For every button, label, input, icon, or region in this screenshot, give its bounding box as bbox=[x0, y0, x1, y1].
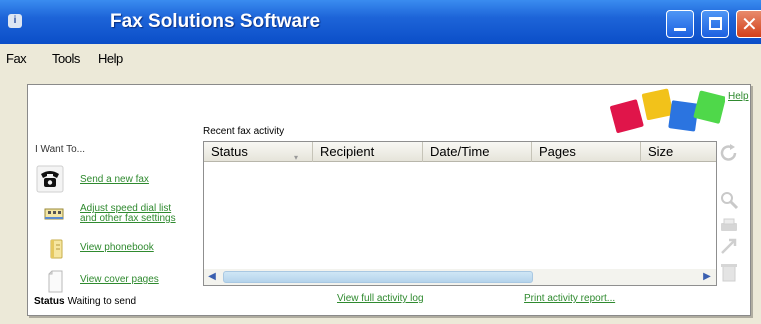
column-header-recipient[interactable]: Recipient bbox=[313, 142, 423, 162]
status-value: Waiting to send bbox=[67, 296, 137, 307]
sort-arrow-icon: ▾ bbox=[294, 153, 299, 162]
recent-activity-heading: Recent fax activity bbox=[203, 126, 285, 137]
task-label[interactable]: Send a new fax bbox=[80, 175, 149, 185]
phonebook-icon bbox=[50, 239, 63, 259]
fax-logo bbox=[610, 88, 725, 133]
title-bar[interactable]: i Fax Solutions Software ✕ bbox=[0, 0, 761, 44]
cover-page-icon bbox=[48, 270, 63, 293]
maximize-button[interactable] bbox=[701, 10, 729, 38]
task-label[interactable]: View cover pages bbox=[80, 275, 159, 285]
scroll-left-icon[interactable]: ◀ bbox=[204, 269, 220, 285]
app-icon: i bbox=[8, 14, 22, 28]
window-title: Fax Solutions Software bbox=[110, 11, 321, 32]
activity-table[interactable]: Status ▾ Recipient Date/Time Pages Size … bbox=[203, 141, 717, 286]
search-icon[interactable] bbox=[718, 189, 740, 211]
task-label[interactable]: View phonebook bbox=[80, 243, 154, 253]
phone-icon bbox=[36, 165, 64, 193]
view-full-activity-log-link[interactable]: View full activity log bbox=[337, 293, 424, 304]
status-label: Status bbox=[34, 296, 65, 307]
status-line: Status Waiting to send bbox=[34, 296, 136, 307]
minimize-button[interactable] bbox=[666, 10, 694, 38]
delete-icon[interactable] bbox=[718, 261, 740, 283]
scroll-thumb[interactable] bbox=[223, 271, 533, 283]
close-button[interactable]: ✕ bbox=[736, 10, 761, 38]
maximize-icon bbox=[709, 17, 722, 30]
column-header-pages[interactable]: Pages bbox=[532, 142, 641, 162]
column-header-datetime[interactable]: Date/Time bbox=[423, 142, 532, 162]
horizontal-scrollbar[interactable]: ◀ ▶ bbox=[204, 269, 716, 285]
app-window: i Fax Solutions Software ✕ Fax Tools Hel… bbox=[0, 0, 761, 324]
scroll-right-icon[interactable]: ▶ bbox=[699, 269, 715, 285]
menu-fax[interactable]: Fax bbox=[6, 51, 27, 66]
speed-dial-icon bbox=[44, 208, 64, 220]
forward-icon[interactable] bbox=[718, 235, 740, 257]
help-link[interactable]: Help bbox=[728, 91, 749, 102]
minimize-icon bbox=[674, 28, 686, 31]
close-icon: ✕ bbox=[741, 12, 758, 36]
column-header-size[interactable]: Size bbox=[641, 142, 716, 162]
main-panel: Help I Want To... Send a new fax Adjust … bbox=[27, 84, 751, 316]
column-header-status[interactable]: Status ▾ bbox=[204, 142, 313, 162]
task-label-line2[interactable]: and other fax settings bbox=[80, 214, 176, 224]
print-activity-report-link[interactable]: Print activity report... bbox=[524, 293, 615, 304]
table-header: Status ▾ Recipient Date/Time Pages Size bbox=[204, 142, 716, 162]
menu-help[interactable]: Help bbox=[98, 51, 123, 66]
refresh-icon[interactable] bbox=[718, 142, 740, 164]
menu-bar: Fax Tools Help bbox=[0, 48, 761, 70]
i-want-to-heading: I Want To... bbox=[35, 144, 86, 155]
menu-tools[interactable]: Tools bbox=[52, 51, 80, 66]
print-icon[interactable] bbox=[718, 215, 740, 237]
column-header-label: Status bbox=[211, 144, 248, 159]
